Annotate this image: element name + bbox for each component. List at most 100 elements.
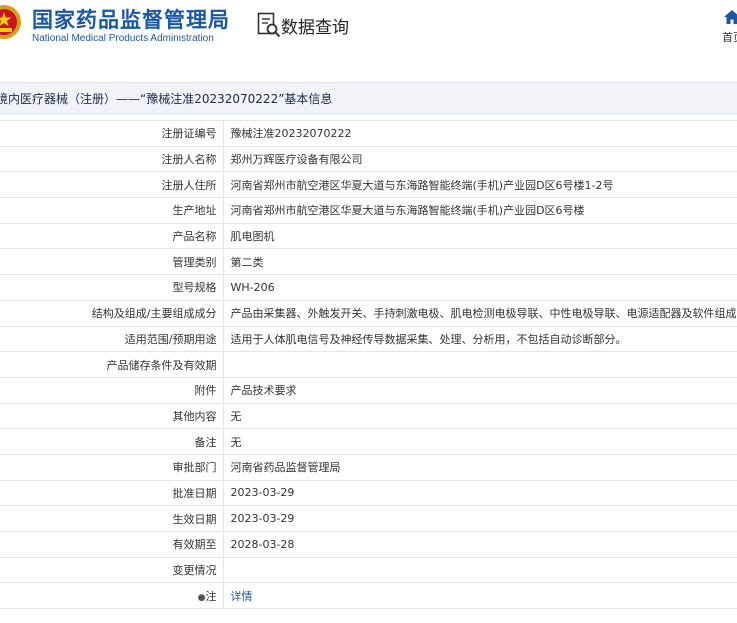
field-value-text: 2028-03-28 [230,537,295,551]
table-row: 批准日期 2023-03-29 [0,479,737,507]
field-label: 附件 [0,376,224,404]
field-label: 适用范围/预期用途 [0,325,224,353]
field-value-text: 无 [230,435,242,449]
field-value: WH-206 [223,274,737,301]
field-value-text: 肌电图机 [230,230,275,244]
field-value: 详情 [223,582,737,610]
field-label: 其他内容 [0,402,224,430]
table-row: 型号规格 WH-206 [0,274,737,301]
field-value-text: 2023-03-29 [230,486,295,500]
table-row: ●注 详情 [0,582,737,610]
field-value-text: 河南省药品监督管理局 [230,461,341,475]
field-label-text: 变更情况 [172,564,217,578]
details-link[interactable]: 详情 [231,590,253,603]
field-value: 无 [223,428,737,455]
field-value-text: 适用于人体肌电信号及神经传导数据采集、处理、分析用，不包括自动诊断部分。 [230,332,627,346]
field-value-text: 河南省郑州市航空港区华夏大道与东海路智能终端(手机)产业园D区6号楼 [230,204,585,218]
site-header: 国家药品监督管理局 National Medical Products Admi… [0,0,737,70]
field-label-text: 适用范围/预期用途 [124,332,217,346]
query-page-title: 数据查询 [281,18,349,38]
table-row: 变更情况 [0,556,737,584]
field-value-text: 豫械注准20232070222 [230,127,352,141]
field-value-text: 2023-03-29 [230,512,295,526]
field-label-text: 批准日期 [172,486,217,500]
field-value: 河南省药品监督管理局 [223,453,737,481]
table-row: 有效期至 2028-03-28 [0,531,737,558]
field-label-text: 注册人住所 [161,178,217,192]
note-marker-icon: ● [197,592,206,603]
table-row: 适用范围/预期用途 适用于人体肌电信号及神经传导数据采集、处理、分析用，不包括自动… [0,325,737,353]
field-label: 结构及组成/主要组成成分 [0,299,224,327]
field-value [223,556,737,584]
field-label: 生效日期 [0,505,224,532]
field-value: 适用于人体肌电信号及神经传导数据采集、处理、分析用，不包括自动诊断部分。 [223,325,737,353]
device-info-table: 注册证编号 豫械注准20232070222 注册人名称 郑州万辉医疗设备有限公司 注册人… [0,120,737,610]
table-row: 备注无 [0,428,737,455]
field-label: ●注 [0,582,224,610]
field-label: 管理类别 [0,248,224,276]
field-label: 生产地址 [0,197,224,224]
home-link[interactable]: 首页 [722,29,737,45]
table-row: 管理类别 第二类 [0,248,737,276]
field-value: 郑州万辉医疗设备有限公司 [223,145,737,173]
field-label-text: 注册人名称 [161,153,217,167]
field-value: 豫械注准20232070222 [223,120,737,147]
field-value-text: 河南省郑州市航空港区华夏大道与东海路智能终端(手机)产业园D区6号楼1-2号 [230,178,614,192]
field-value-text: WH-206 [230,280,275,294]
field-value: 河南省郑州市航空港区华夏大道与东海路智能终端(手机)产业园D区6号楼1-2号 [223,171,737,199]
field-value: 2023-03-29 [223,479,737,507]
field-label-text: 附件 [194,384,217,398]
field-value: 第二类 [223,248,737,276]
table-row: 结构及组成/主要组成成分 产品由采集器、外触发开关、手持刺激电极、肌电检测电极导联… [0,299,737,327]
field-value-text: 无 [230,409,242,423]
field-label-text: 备注 [194,435,217,449]
field-value: 产品技术要求 [223,376,737,404]
section-title-bar: 境内医疗器械（注册）——“豫械注准20232070222”基本信息 [0,82,737,114]
field-label: 批准日期 [0,479,224,507]
agency-name-en: National Medical Products Administration [32,33,214,44]
field-label-text: 结构及组成/主要组成成分 [91,307,217,321]
field-label-text: 审批部门 [172,461,217,475]
field-label: 产品名称 [0,222,224,250]
table-row: 注册证编号 豫械注准20232070222 [0,120,737,147]
field-value: 无 [223,402,737,430]
field-value: 2028-03-28 [223,531,737,558]
table-row: 其他内容无 [0,402,737,430]
field-value-text: 产品技术要求 [230,384,297,398]
table-row: 生效日期 2023-03-29 [0,505,737,532]
section-title: 境内医疗器械（注册）——“豫械注准20232070222”基本信息 [0,92,333,106]
field-label: 有效期至 [0,531,224,558]
table-row: 产品储存条件及有效期 [0,351,737,378]
field-label-text: 生产地址 [172,204,217,218]
field-label-text: 管理类别 [172,255,217,269]
table-row: 注册人住所 河南省郑州市航空港区华夏大道与东海路智能终端(手机)产业园D区6号楼1… [0,171,737,199]
field-label: 产品储存条件及有效期 [0,351,224,378]
field-label-text: 有效期至 [172,538,217,552]
field-value [223,351,737,378]
field-label-text: 型号规格 [172,281,217,295]
table-row: 注册人名称 郑州万辉医疗设备有限公司 [0,145,737,173]
field-value: 肌电图机 [223,222,737,250]
field-value: 河南省郑州市航空港区华夏大道与东海路智能终端(手机)产业园D区6号楼 [223,197,737,224]
table-row: 审批部门 河南省药品监督管理局 [0,453,737,481]
field-label-text: 其他内容 [172,409,217,423]
field-label: 注册人住所 [0,171,224,199]
field-label-text: 生效日期 [172,512,217,526]
home-icon[interactable] [724,10,737,24]
field-value-text: 郑州万辉医疗设备有限公司 [230,153,363,167]
field-label: 型号规格 [0,274,224,301]
field-value: 产品由采集器、外触发开关、手持刺激电极、肌电检测电极导联、中性电极导联、电源适配… [223,299,737,327]
field-value: 2023-03-29 [223,505,737,532]
field-label: 变更情况 [0,556,224,584]
field-label-text: 注册证编号 [161,127,217,141]
data-query-icon [257,12,281,38]
field-label: 注册证编号 [0,120,224,147]
table-row: 产品名称 肌电图机 [0,222,737,250]
field-value-text: 产品由采集器、外触发开关、手持刺激电极、肌电检测电极导联、中性电极导联、电源适配… [230,307,737,321]
agency-name-cn: 国家药品监督管理局 [32,8,230,32]
national-emblem-icon [0,5,21,39]
field-label-text: 注 [205,589,217,603]
field-label: 注册人名称 [0,145,224,173]
field-value-text: 第二类 [230,255,264,269]
field-label-text: 产品储存条件及有效期 [106,358,217,372]
